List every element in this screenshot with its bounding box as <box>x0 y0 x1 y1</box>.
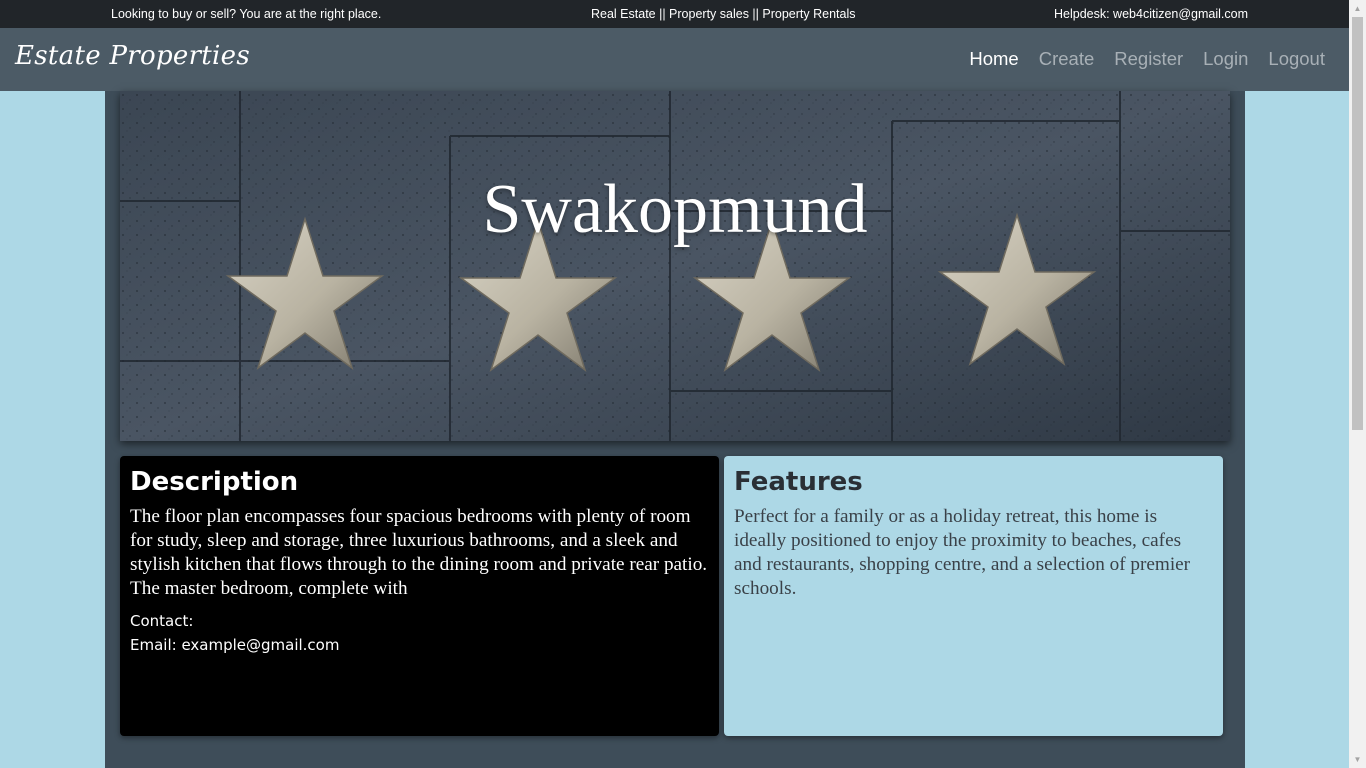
hero-title: Swakopmund <box>482 171 868 248</box>
nav-link-create[interactable]: Create <box>1019 48 1095 70</box>
helpdesk-text: Helpdesk: web4citizen@gmail.com <box>1054 7 1249 21</box>
features-body: Perfect for a family or as a holiday ret… <box>734 505 1191 599</box>
nav-link-home[interactable]: Home <box>949 48 1018 70</box>
features-heading: Features <box>734 467 863 497</box>
vertical-scrollbar[interactable]: ▲ ▼ <box>1349 0 1366 768</box>
nav-link-login[interactable]: Login <box>1183 48 1248 70</box>
services-text: Real Estate || Property sales || Propert… <box>591 7 856 21</box>
hero-banner: Swakopmund <box>120 91 1230 441</box>
top-info-bar: Looking to buy or sell? You are at the r… <box>0 0 1349 28</box>
hero-background-image <box>120 91 1230 441</box>
nav-link-register[interactable]: Register <box>1094 48 1183 70</box>
main-content-panel: Swakopmund Description The floor plan en… <box>105 91 1245 768</box>
scrollbar-thumb[interactable] <box>1352 17 1363 430</box>
features-card: Features Perfect for a family or as a ho… <box>724 456 1223 736</box>
scroll-up-arrow-icon[interactable]: ▲ <box>1349 0 1366 17</box>
description-card: Description The floor plan encompasses f… <box>120 456 719 736</box>
contact-label: Contact: <box>130 611 194 630</box>
brand-logo[interactable]: Estate Properties <box>15 41 250 71</box>
contact-block: Contact: Email: example@gmail.com <box>130 609 709 657</box>
scroll-down-arrow-icon[interactable]: ▼ <box>1349 751 1366 768</box>
description-heading: Description <box>130 467 299 497</box>
contact-email: Email: example@gmail.com <box>130 635 340 654</box>
nav-links: Home Create Register Login Logout <box>949 48 1325 70</box>
tagline-text: Looking to buy or sell? You are at the r… <box>111 7 382 21</box>
main-navbar: Estate Properties Home Create Register L… <box>0 28 1349 91</box>
nav-link-logout[interactable]: Logout <box>1248 48 1325 70</box>
description-body: The floor plan encompasses four spacious… <box>130 505 708 599</box>
